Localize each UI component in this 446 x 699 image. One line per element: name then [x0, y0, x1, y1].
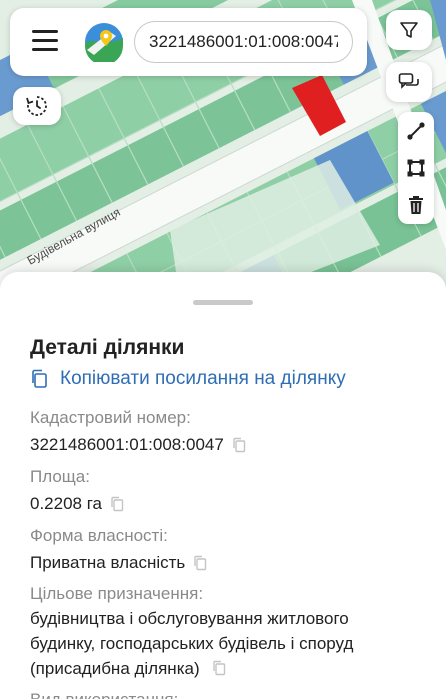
area-value: 0.2208 га [30, 491, 124, 516]
copy-ownership-form-icon[interactable] [193, 555, 207, 571]
sheet-drag-handle[interactable] [193, 300, 253, 305]
ownership-form-value: Приватна власність [30, 550, 207, 575]
ownership-form-label: Форма власності: [30, 526, 168, 545]
polygon-icon [407, 159, 425, 176]
purpose-label: Цільове призначення: [30, 584, 204, 603]
menu-icon[interactable] [32, 30, 60, 52]
top-bar [10, 8, 367, 76]
filter-button[interactable] [386, 10, 432, 50]
usage-type-label: Вид використання: [30, 690, 178, 699]
drawing-tools [398, 112, 434, 224]
measure-distance-button[interactable] [398, 112, 434, 149]
chat-icon [398, 73, 419, 89]
parcel-details-sheet: Деталі ділянки Копіювати посилання на ді… [0, 272, 446, 699]
delete-drawing-button[interactable] [398, 186, 434, 223]
copy-purpose-icon[interactable] [212, 658, 226, 683]
copy-icon [32, 369, 47, 388]
history-icon [26, 96, 47, 116]
measure-line-icon [407, 121, 425, 140]
cadastral-number-value: 3221486001:01:008:0047 [30, 432, 246, 457]
purpose-value: будівництва і обслуговування житлового б… [30, 606, 410, 683]
measure-area-button[interactable] [398, 149, 434, 186]
feedback-button[interactable] [386, 62, 432, 102]
app-logo-icon [85, 23, 123, 62]
cadastral-number-label: Кадастровий номер: [30, 408, 191, 427]
copy-cadastral-number-icon[interactable] [232, 437, 246, 453]
trash-icon [409, 195, 423, 214]
search-input[interactable] [134, 21, 353, 63]
details-title: Деталі ділянки [30, 336, 185, 359]
copy-link-label: Копіювати посилання на ділянку [60, 368, 346, 389]
copy-area-icon[interactable] [110, 496, 124, 512]
copy-parcel-link-button[interactable]: Копіювати посилання на ділянку [30, 368, 346, 390]
filter-icon [400, 22, 418, 38]
area-label: Площа: [30, 467, 90, 486]
history-button[interactable] [13, 87, 61, 125]
